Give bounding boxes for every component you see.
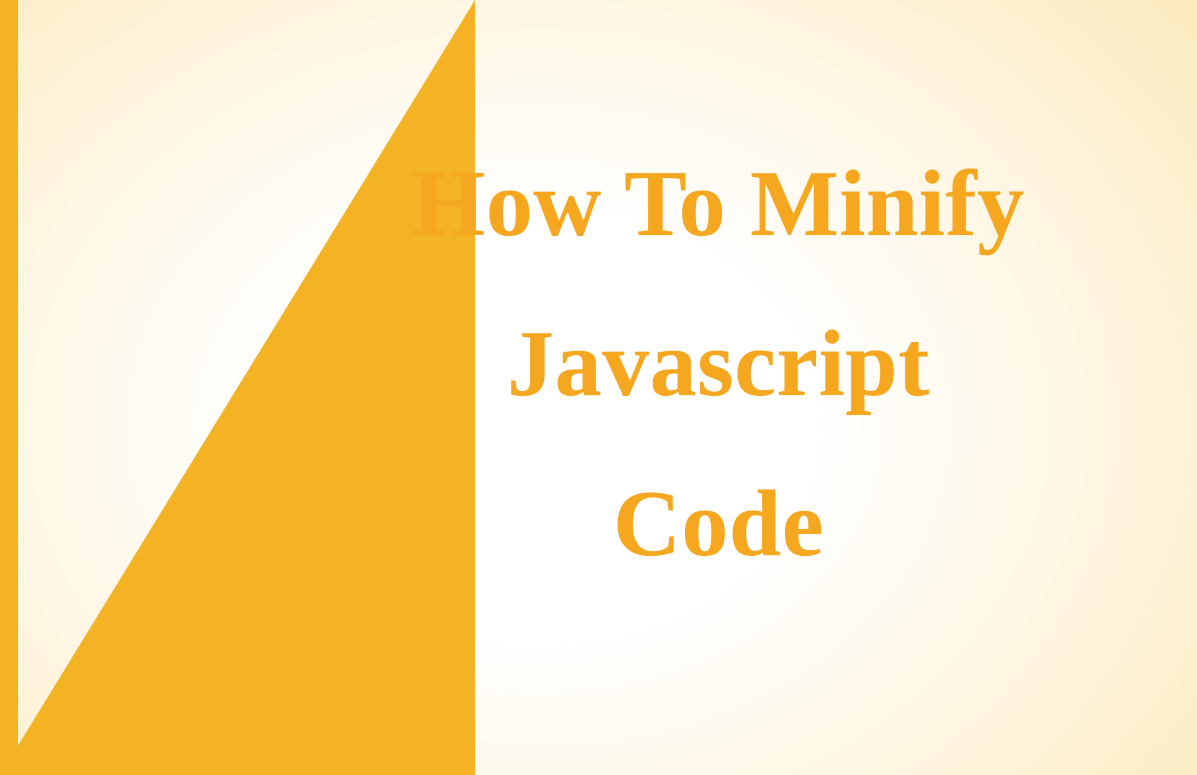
title-container: How To Minify Javascript Code — [300, 125, 1137, 604]
banner-title: How To Minify Javascript Code — [300, 125, 1137, 604]
title-line-1: How To Minify — [300, 125, 1137, 285]
title-line-2: Javascript — [300, 285, 1137, 445]
left-accent-bar — [0, 0, 18, 775]
title-line-3: Code — [300, 445, 1137, 605]
banner-canvas: How To Minify Javascript Code — [0, 0, 1197, 775]
